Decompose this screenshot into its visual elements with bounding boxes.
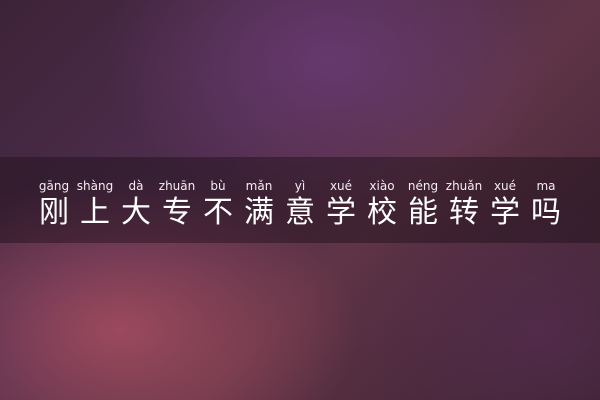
hanzi-character: 学 (490, 195, 520, 230)
pinyin-syllable: xué (493, 179, 517, 193)
pinyin-syllable: xué (329, 179, 353, 193)
title-char: shàng 上 (75, 179, 115, 243)
hanzi-character: 学 (326, 195, 356, 230)
pinyin-syllable: xiào (369, 179, 395, 193)
title-char: xiào 校 (362, 179, 402, 243)
pinyin-syllable: shàng (76, 179, 114, 193)
title-char: zhuān 专 (157, 179, 197, 243)
hanzi-character: 刚 (39, 195, 69, 230)
title-char: néng 能 (403, 179, 443, 243)
title-char: zhuǎn 转 (444, 179, 484, 243)
title-char: dà 大 (116, 179, 156, 243)
hanzi-character: 满 (244, 195, 274, 230)
pinyin-syllable: néng (407, 179, 439, 193)
pinyin-syllable: yì (294, 179, 306, 193)
hanzi-character: 意 (285, 195, 315, 230)
pinyin-syllable: zhuān (158, 179, 196, 193)
hanzi-character: 上 (80, 195, 110, 230)
hanzi-character: 专 (162, 195, 192, 230)
title-char: xué 学 (485, 179, 525, 243)
hanzi-character: 不 (203, 195, 233, 230)
title-char: yì 意 (280, 179, 320, 243)
title-char: mǎn 满 (239, 179, 279, 243)
title-banner: gāng 刚 shàng 上 dà 大 zhuān 专 bù 不 mǎn 满 yì 意 xué… (0, 157, 600, 243)
pinyin-syllable: gāng (38, 179, 70, 193)
pinyin-syllable: dà (128, 179, 144, 193)
hanzi-character: 吗 (531, 195, 561, 230)
hanzi-character: 校 (367, 195, 397, 230)
hanzi-character: 转 (449, 195, 479, 230)
hanzi-character: 能 (408, 195, 438, 230)
title-char: bù 不 (198, 179, 238, 243)
background-canvas: gāng 刚 shàng 上 dà 大 zhuān 专 bù 不 mǎn 满 yì 意 xué… (0, 0, 600, 400)
title-char: xué 学 (321, 179, 361, 243)
pinyin-syllable: bù (210, 179, 226, 193)
pinyin-syllable: ma (536, 179, 556, 193)
pinyin-syllable: mǎn (245, 179, 273, 193)
title-char: ma 吗 (526, 179, 566, 243)
pinyin-syllable: zhuǎn (445, 179, 483, 193)
pinyin-title: gāng 刚 shàng 上 dà 大 zhuān 专 bù 不 mǎn 满 yì 意 xué… (0, 157, 600, 243)
title-char: gāng 刚 (34, 179, 74, 243)
hanzi-character: 大 (121, 195, 151, 230)
